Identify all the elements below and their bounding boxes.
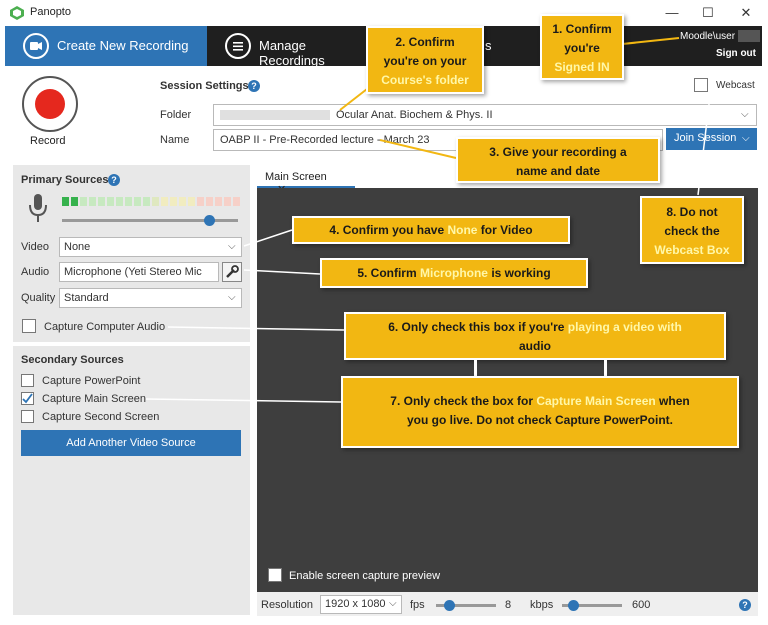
callout-4-highlight: None — [447, 223, 478, 237]
callout-5-highlight: Microphone — [419, 266, 488, 280]
callout-1: 1. Confirm you're Signed IN — [540, 14, 624, 80]
callout-4-pre: 4. Confirm you have — [329, 223, 448, 237]
callout-7-line2: you go live. Do not check Capture PowerP… — [406, 413, 674, 427]
callout-4: 4. Confirm you have None for Video — [292, 216, 570, 244]
callout-5-pre: 5. Confirm — [357, 266, 420, 280]
callout-2-line2: you're on your — [383, 54, 467, 68]
callout-7-post: when — [655, 394, 690, 408]
callout-link — [474, 360, 477, 376]
callout-link — [604, 360, 607, 376]
callout-8-line1: 8. Do not — [666, 205, 718, 219]
callout-1-line1: 1. Confirm — [552, 22, 612, 36]
callout-4-post: for Video — [477, 223, 533, 237]
callout-6-highlight: playing a video with — [567, 320, 682, 334]
callout-5-post: is working — [487, 266, 551, 280]
callout-6-pre: 6. Only check this box if you're — [388, 320, 568, 334]
callout-5: 5. Confirm Microphone is working — [320, 258, 588, 288]
callout-7-highlight: Capture Main Screen — [536, 394, 656, 408]
callout-8-line2: check the — [664, 224, 720, 238]
callout-3-line2: name and date — [515, 164, 601, 178]
callout-2-line1: 2. Confirm — [395, 35, 455, 49]
callout-1-line2: you're — [564, 41, 600, 55]
callout-6-line2: audio — [519, 339, 551, 353]
callout-2: 2. Confirm you're on your Course's folde… — [366, 26, 484, 94]
callout-8: 8. Do not check the Webcast Box — [640, 196, 744, 264]
callout-3: 3. Give your recording a name and date — [456, 137, 660, 183]
callout-8-line3: Webcast Box — [654, 243, 730, 257]
callout-6: 6. Only check this box if you're playing… — [344, 312, 726, 360]
callout-7: 7. Only check the box for Capture Main S… — [341, 376, 739, 448]
callout-1-line3: Signed IN — [554, 60, 610, 74]
callout-7-pre: 7. Only check the box for — [390, 394, 537, 408]
callout-2-line3: Course's folder — [381, 73, 469, 87]
callout-3-line1: 3. Give your recording a — [489, 145, 627, 159]
